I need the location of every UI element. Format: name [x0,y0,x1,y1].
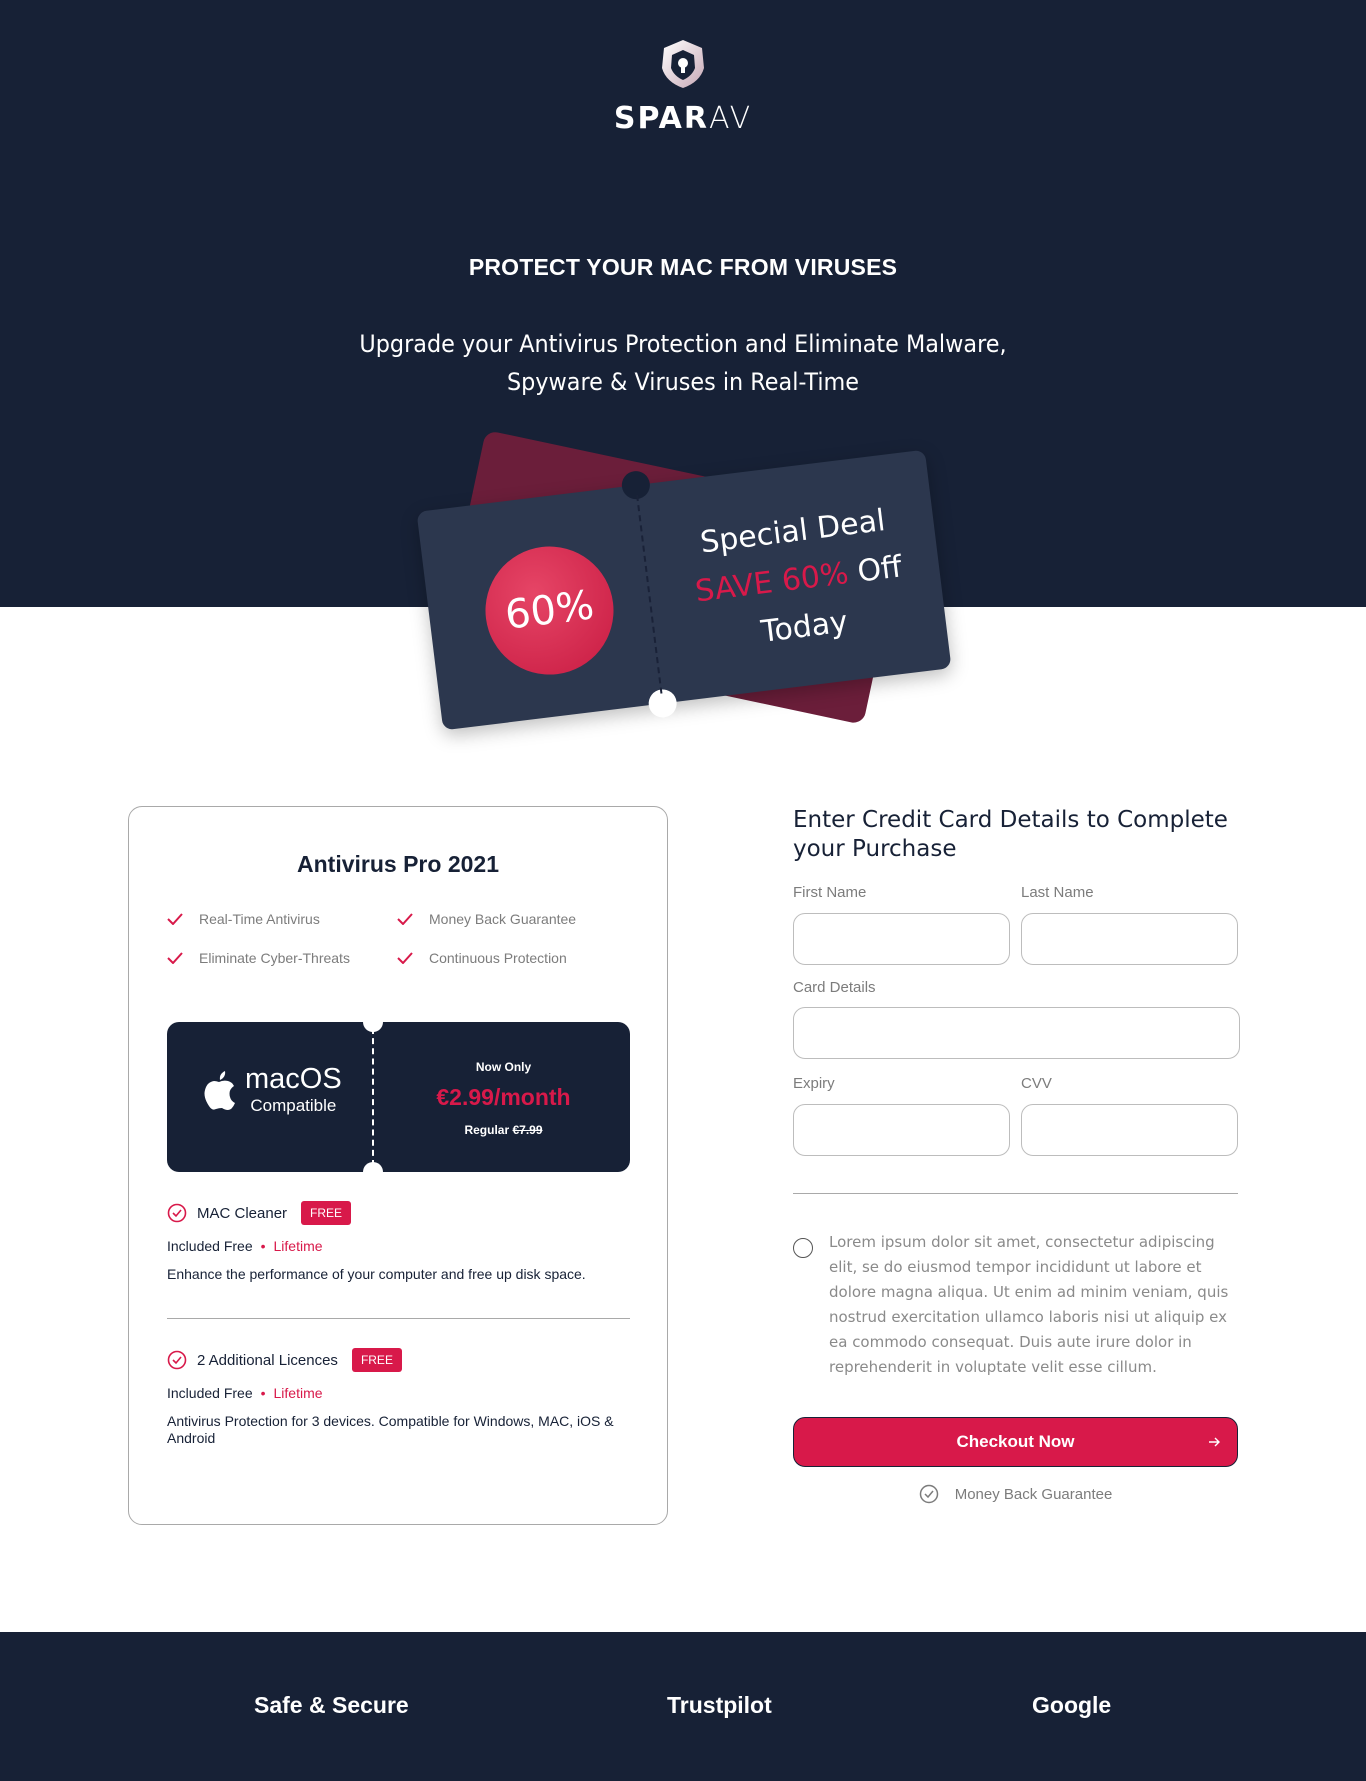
checkmark-icon [167,952,183,964]
first-name-label: First Name [793,884,867,901]
included-label: Included Free [167,1385,253,1401]
ticket-notch-bottom [647,687,679,720]
deal-off: Off [855,549,904,590]
regular-label: Regular [464,1123,510,1137]
addon-description: Antivirus Protection for 3 devices. Comp… [167,1413,614,1446]
feature-label: Continuous Protection [429,950,567,966]
checkmark-icon [167,913,183,925]
footer-trustpilot: Trustpilot [667,1692,772,1718]
feature-label: Eliminate Cyber-Threats [199,950,350,966]
addon-name: 2 Additional Licences [197,1351,338,1369]
last-name-label: Last Name [1021,884,1094,901]
shield-lock-icon [662,40,704,88]
feature-item: Continuous Protection [397,950,567,966]
check-circle-icon [167,1203,187,1223]
check-circle-icon [919,1484,938,1504]
feature-label: Real-Time Antivirus [199,911,320,927]
included-label: Included Free [167,1238,253,1254]
form-title: Enter Credit Card Details to Complete yo… [793,807,1228,862]
hero-subhead: Upgrade your Antivirus Protection and El… [48,325,1318,401]
addon-name: MAC Cleaner [197,1204,288,1222]
brand-logo[interactable]: SPARAV [0,38,1366,136]
card-divider [167,1318,630,1319]
cvv-input[interactable] [1021,1104,1238,1156]
check-circle-icon [167,1350,187,1370]
hero-subhead-line1: Upgrade your Antivirus Protection and El… [359,330,1007,358]
brand-name-light: AV [709,101,753,136]
card-details-label: Card Details [793,979,876,996]
platform-title: macOS [245,1063,342,1095]
feature-item: Money Back Guarantee [397,911,576,927]
special-deal-ticket: 60% Special Deal SAVE 60% Off Today [410,410,970,740]
free-badge: FREE [301,1201,352,1225]
money-back-guarantee: Money Back Guarantee [793,1484,1238,1504]
regular-price-value: €7.99 [512,1123,543,1137]
hero-headline: PROTECT YOUR MAC FROM VIRUSES [468,254,898,280]
price-perforation [372,1028,374,1166]
addon-mac-cleaner: MAC Cleaner FREE Included Free • Lifetime … [167,1201,627,1283]
free-badge: FREE [351,1348,402,1372]
brand-name-bold: SPAR [613,101,710,136]
expiry-input[interactable] [793,1104,1010,1156]
card-details-input[interactable] [793,1007,1240,1059]
product-card: Antivirus Pro 2021 Real-Time Antivirus M… [128,806,668,1525]
footer-google: Google [1032,1692,1112,1718]
guarantee-label: Money Back Guarantee [954,1485,1113,1503]
checkmark-icon [397,952,413,964]
feature-item: Real-Time Antivirus [167,911,320,927]
checkout-button[interactable]: Checkout Now [793,1417,1238,1467]
expiry-label: Expiry [793,1075,835,1092]
form-divider [793,1193,1238,1194]
price-amount: €2.99/month [436,1084,571,1110]
platform-sub: Compatible [250,1096,337,1115]
first-name-input[interactable] [793,913,1010,965]
apple-icon [204,1071,235,1110]
lifetime-label: Lifetime [273,1385,323,1401]
feature-item: Eliminate Cyber-Threats [167,950,350,966]
deal-text: Special Deal SAVE 60% Off Today [656,492,942,668]
footer-safe-secure: Safe & Secure [254,1692,409,1718]
price-label: Now Only [475,1060,532,1074]
macos-compatible: macOS Compatible [201,1064,342,1116]
footer: Safe & Secure Trustpilot Google [0,1632,1366,1781]
regular-price: Regular €7.99 [377,1123,630,1137]
addon-licences: 2 Additional Licences FREE Included Free… [167,1348,627,1447]
checkout-label: Checkout Now [956,1432,1075,1451]
addon-description: Enhance the performance of your computer… [167,1266,586,1282]
terms-radio[interactable] [793,1238,813,1258]
terms-text: Lorem ipsum dolor sit amet, consectetur … [829,1233,1229,1376]
arrow-right-icon [1209,1437,1220,1447]
feature-label: Money Back Guarantee [429,911,577,927]
discount-badge: 60% [478,539,621,682]
product-title: Antivirus Pro 2021 [297,851,499,877]
cvv-label: CVV [1021,1075,1052,1092]
price-ticket: macOS Compatible Now Only €2.99/month Re… [167,1012,630,1182]
price-info: Now Only €2.99/month Regular €7.99 [377,1060,630,1137]
hero-subhead-line2: Spyware & Viruses in Real-Time [506,368,860,396]
addon-included: Included Free • Lifetime [167,1238,323,1254]
checkmark-icon [397,913,413,925]
lifetime-label: Lifetime [273,1238,323,1254]
addon-included: Included Free • Lifetime [167,1385,323,1401]
last-name-input[interactable] [1021,913,1238,965]
